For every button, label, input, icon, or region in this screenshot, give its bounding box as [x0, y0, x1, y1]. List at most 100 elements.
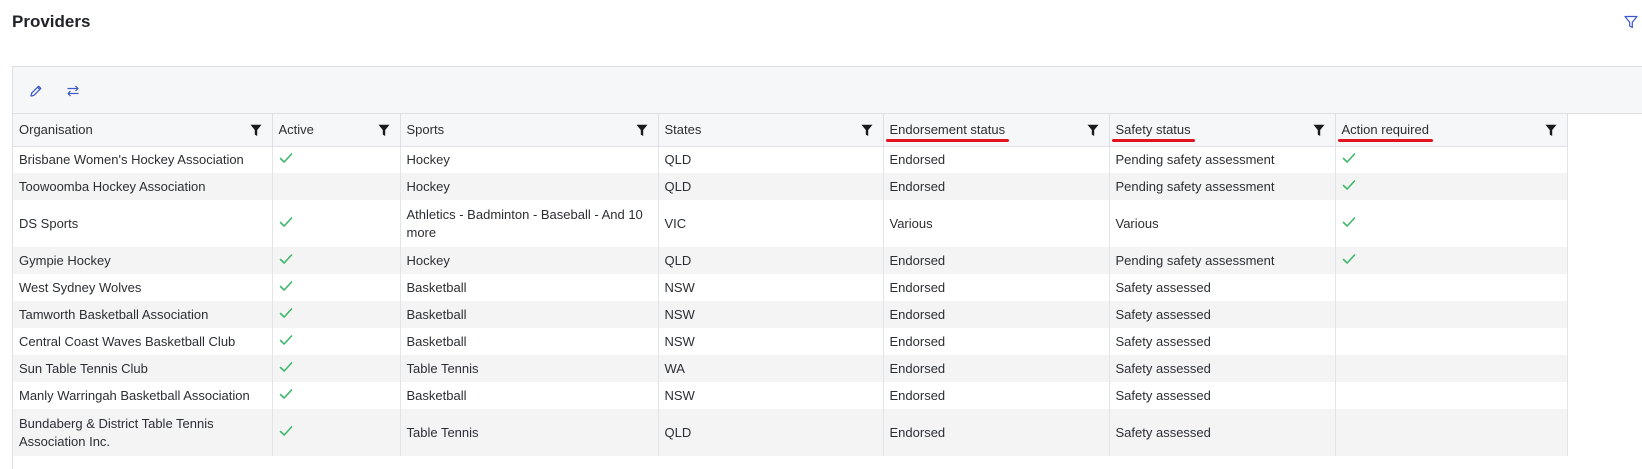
cell-states: VIC — [658, 200, 884, 247]
cell-organisation: Brisbane Women's Hockey Association — [13, 146, 273, 173]
cell-organisation: Central Coast Waves Basketball Club — [13, 328, 273, 355]
cell-sports: Basketball — [400, 274, 659, 301]
table-body: Brisbane Women's Hockey Association Hocke… — [13, 146, 1568, 456]
table-row[interactable]: Manly Warringah Basketball Association Ba… — [13, 382, 1568, 409]
cell-text: Toowoomba Hockey Association — [19, 178, 206, 194]
cell-states: NSW — [658, 328, 884, 355]
cell-action — [1335, 146, 1568, 173]
column-filter-icon[interactable] — [250, 124, 262, 137]
cell-endorsement: Endorsed — [883, 382, 1110, 409]
column-header-sports[interactable]: Sports — [400, 114, 659, 147]
page-header: Providers — [0, 0, 1642, 48]
checkmark-icon — [279, 280, 292, 291]
table-row[interactable]: Sun Table Tennis Club Table Tennis WA Endor… — [13, 355, 1568, 382]
cell-text: WA — [664, 360, 685, 376]
cell-organisation: Bundaberg & District Table Tennis Associ… — [13, 409, 273, 456]
cell-active — [272, 355, 401, 382]
cell-text: Central Coast Waves Basketball Club — [19, 333, 236, 349]
cell-states: NSW — [658, 382, 884, 409]
cell-text: Table Tennis — [406, 424, 479, 440]
cell-sports: Hockey — [400, 247, 659, 274]
cell-text: Endorsed — [889, 151, 946, 167]
cell-action — [1335, 382, 1568, 409]
table-row[interactable]: Gympie Hockey Hockey QLD Endorsed Pending sa… — [13, 247, 1568, 274]
cell-sports: Basketball — [400, 328, 659, 355]
cell-endorsement: Endorsed — [883, 247, 1110, 274]
cell-text: Various — [889, 215, 933, 231]
cell-text: Gympie Hockey — [19, 252, 111, 268]
cell-text: Sun Table Tennis Club — [19, 360, 148, 376]
cell-text: Athletics - Badminton - Baseball - And 1… — [406, 206, 643, 240]
column-header-active[interactable]: Active — [272, 114, 401, 147]
cell-text: Manly Warringah Basketball Association — [19, 387, 250, 403]
column-filter-icon[interactable] — [1313, 124, 1325, 137]
cell-organisation: Gympie Hockey — [13, 247, 273, 274]
table-row[interactable]: Toowoomba Hockey Association Hockey QLD End… — [13, 173, 1568, 200]
filter-outline-icon[interactable] — [1624, 15, 1638, 29]
column-header-action[interactable]: Action required — [1335, 114, 1568, 147]
column-filter-icon[interactable] — [636, 124, 648, 137]
cell-endorsement: Various — [883, 200, 1110, 247]
cell-safety: Various — [1109, 200, 1336, 247]
cell-safety: Pending safety assessment — [1109, 173, 1336, 200]
checkmark-icon — [279, 388, 292, 399]
cell-action — [1335, 247, 1568, 274]
column-filter-icon[interactable] — [1545, 124, 1557, 137]
column-filter-icon[interactable] — [861, 124, 873, 137]
table-row[interactable]: Tamworth Basketball Association Basketbal… — [13, 301, 1568, 328]
column-header-organisation[interactable]: Organisation — [13, 114, 273, 147]
checkmark-icon — [279, 216, 292, 227]
cell-text: Tamworth Basketball Association — [19, 306, 209, 322]
cell-text: Basketball — [406, 306, 467, 322]
grid-toolbar — [13, 67, 1642, 114]
cell-text: Pending safety assessment — [1115, 178, 1275, 194]
edit-button[interactable] — [25, 80, 47, 102]
cell-safety: Pending safety assessment — [1109, 247, 1336, 274]
column-header-endorsement[interactable]: Endorsement status — [883, 114, 1110, 147]
table-row[interactable]: Central Coast Waves Basketball Club Baske… — [13, 328, 1568, 355]
cell-safety: Safety assessed — [1109, 274, 1336, 301]
table-row[interactable]: Bundaberg & District Table Tennis Associ… — [13, 409, 1568, 456]
cell-text: Brisbane Women's Hockey Association — [19, 151, 244, 167]
column-header-safety[interactable]: Safety status — [1109, 114, 1336, 147]
cell-text: West Sydney Wolves — [19, 279, 142, 295]
cell-safety: Safety assessed — [1109, 409, 1336, 456]
column-header-label: Safety status — [1111, 122, 1195, 143]
column-header-states[interactable]: States — [658, 114, 884, 147]
cell-text: Safety assessed — [1115, 360, 1211, 376]
table-row[interactable]: Brisbane Women's Hockey Association Hocke… — [13, 146, 1568, 173]
column-header-label: Active — [278, 122, 314, 138]
cell-text: Bundaberg & District Table Tennis Associ… — [19, 415, 214, 449]
cell-action — [1335, 301, 1568, 328]
checkmark-icon — [279, 307, 292, 318]
checkmark-icon — [1342, 152, 1355, 163]
cell-text: DS Sports — [19, 215, 79, 231]
table-row[interactable]: West Sydney Wolves Basketball NSW Endorsed S… — [13, 274, 1568, 301]
cell-active — [272, 409, 401, 456]
column-filter-icon[interactable] — [1087, 124, 1099, 137]
column-filter-icon[interactable] — [378, 124, 390, 137]
cell-safety: Safety assessed — [1109, 355, 1336, 382]
cell-text: Basketball — [406, 333, 467, 349]
swap-button[interactable] — [62, 80, 84, 102]
cell-text: QLD — [664, 178, 692, 194]
cell-text: Basketball — [406, 387, 467, 403]
cell-text: Endorsed — [889, 387, 946, 403]
cell-text: Safety assessed — [1115, 306, 1211, 322]
cell-states: WA — [658, 355, 884, 382]
table-row[interactable]: DS Sports Athletics - Badminton - Basebal… — [13, 200, 1568, 247]
cell-active — [272, 146, 401, 173]
cell-endorsement: Endorsed — [883, 274, 1110, 301]
cell-text: Safety assessed — [1115, 387, 1211, 403]
cell-text: Hockey — [406, 178, 450, 194]
column-header-label: Action required — [1337, 122, 1434, 143]
cell-text: VIC — [664, 215, 687, 231]
cell-text: Pending safety assessment — [1115, 151, 1275, 167]
cell-states: NSW — [658, 301, 884, 328]
cell-organisation: Toowoomba Hockey Association — [13, 173, 273, 200]
swap-arrows-icon — [67, 85, 79, 97]
cell-sports: Hockey — [400, 146, 659, 173]
cell-endorsement: Endorsed — [883, 355, 1110, 382]
column-header-label: Organisation — [19, 122, 93, 138]
cell-text: Endorsed — [889, 279, 946, 295]
